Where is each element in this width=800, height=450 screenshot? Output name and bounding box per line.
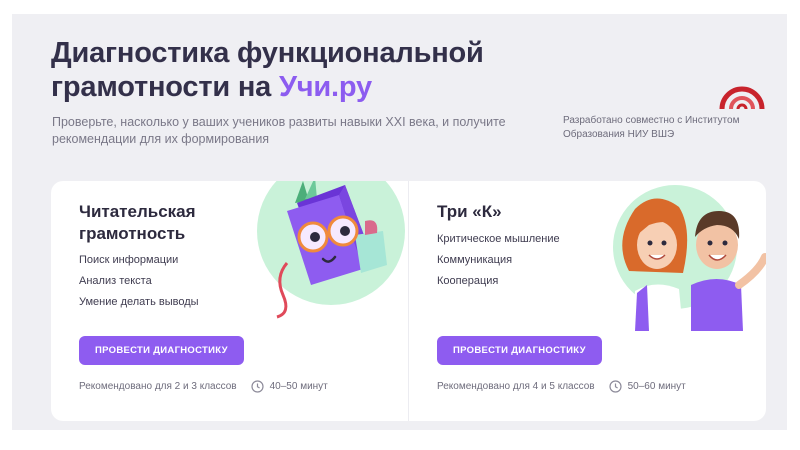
- card-meta: Рекомендовано для 4 и 5 классов 50–60 ми…: [437, 380, 686, 393]
- recommended-grades: Рекомендовано для 2 и 3 классов: [79, 381, 237, 392]
- card-three-k: Три «К» Критическое мышление Коммуникаци…: [408, 181, 766, 421]
- page-title: Диагностика функциональной грамотности н…: [51, 36, 484, 104]
- brand-name: Учи.ру: [278, 71, 372, 103]
- hse-logo-icon: [719, 86, 765, 110]
- partner-text: Разработано совместно с Институтом Образ…: [563, 115, 740, 140]
- card-title: Три «К»: [437, 202, 502, 221]
- book-character-illustration: [257, 181, 405, 319]
- children-illustration: [613, 185, 766, 331]
- start-diagnostic-button[interactable]: ПРОВЕСТИ ДИАГНОСТИКУ: [79, 336, 244, 365]
- card-meta: Рекомендовано для 2 и 3 классов 40–50 ми…: [79, 380, 328, 393]
- skill-item: Поиск информации: [79, 254, 179, 266]
- clock-icon: [251, 380, 264, 393]
- duration: 40–50 минут: [269, 381, 328, 392]
- recommended-grades: Рекомендовано для 4 и 5 классов: [437, 381, 595, 392]
- page-panel: Диагностика функциональной грамотности н…: [12, 14, 787, 430]
- skill-item: Умение делать выводы: [79, 296, 199, 308]
- skill-item: Анализ текста: [79, 275, 152, 287]
- skill-item: Критическое мышление: [437, 233, 560, 245]
- skill-list: Поиск информации Анализ текста Умение де…: [79, 253, 199, 316]
- title-line-2: грамотности на: [51, 71, 279, 103]
- skill-item: Коммуникация: [437, 254, 513, 266]
- title-line-1: Диагностика функциональной: [51, 37, 484, 69]
- skill-list: Критическое мышление Коммуникация Коопер…: [437, 232, 560, 295]
- card-title: Читательская грамотность: [79, 202, 196, 243]
- diagnostics-cards: Читательская грамотность Поиск информаци…: [51, 181, 766, 421]
- clock-icon: [609, 380, 622, 393]
- duration: 50–60 минут: [627, 381, 686, 392]
- start-diagnostic-button[interactable]: ПРОВЕСТИ ДИАГНОСТИКУ: [437, 336, 602, 365]
- skill-item: Кооперация: [437, 275, 499, 287]
- card-reading-literacy: Читательская грамотность Поиск информаци…: [51, 181, 408, 421]
- page-subtitle: Проверьте, насколько у ваших учеников ра…: [52, 115, 506, 146]
